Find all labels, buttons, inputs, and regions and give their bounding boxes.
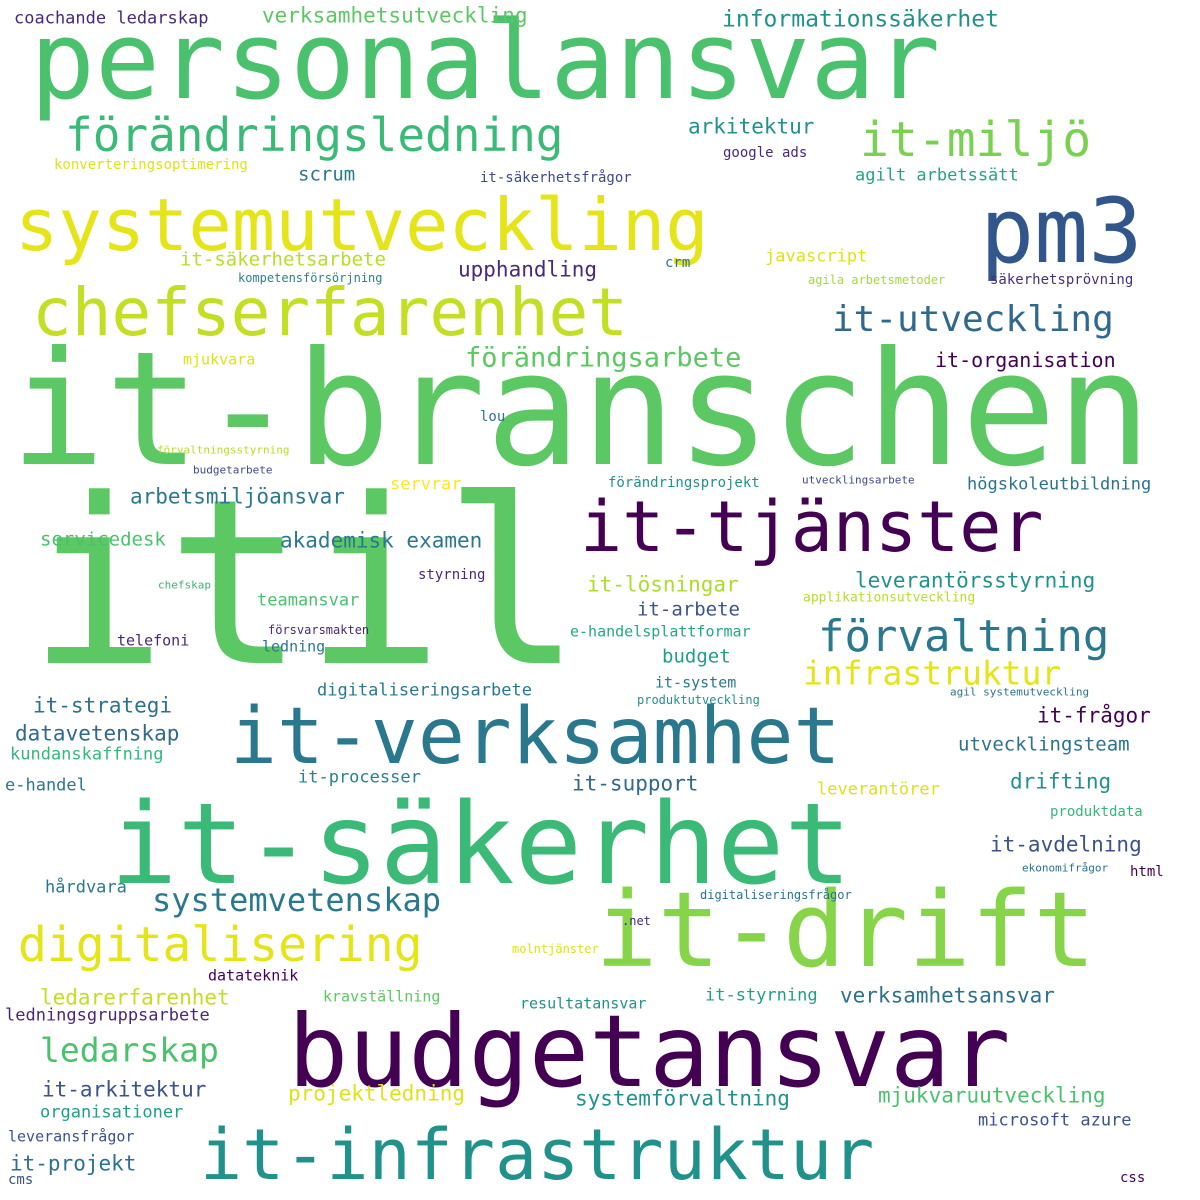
word: produktutveckling [637,693,760,707]
word: datavetenskap [15,721,180,746]
word: försvarsmakten [268,623,370,637]
word: applikationsutveckling [803,590,976,606]
word: förvaltningsstyrning [157,443,290,457]
word: it-strategi [33,693,173,718]
word: produktdata [1050,804,1143,820]
word: it-avdelning [990,832,1142,857]
word: projektledning [288,1081,466,1106]
word: it-utveckling [832,299,1114,340]
word: molntjänster [512,942,599,956]
word: teamansvar [257,590,360,611]
word: informationssäkerhet [722,6,999,33]
word: kravställning [323,987,441,1006]
word: e-handelsplattformar [570,622,751,641]
word: utvecklingsteam [958,733,1130,756]
word: budgetarbete [193,463,273,477]
word: e-handel [5,775,87,796]
word: ledningsgruppsarbete [5,1005,210,1026]
word: it-arkitektur [42,1077,207,1102]
word: systemförvaltning [575,1086,790,1111]
word: verksamhetsutveckling [262,3,528,28]
word: it-organisation [935,348,1116,372]
word: datateknik [208,966,299,985]
word: drifting [1010,769,1112,794]
word: lou [480,409,506,425]
word: agila arbetsmetoder [808,273,946,287]
word: förändringsledning [65,108,564,162]
word: systemvetenskap [152,881,441,919]
word: arkitektur [688,114,815,139]
word: .net [622,914,651,928]
word: it-miljö [860,112,1092,168]
word: leverantörer [817,779,940,800]
word: it-arbete [637,598,740,621]
word: mjukvaruutveckling [878,1083,1106,1108]
word: it-infrastruktur [200,1114,875,1196]
word: budget [662,645,731,668]
word: agil systemutveckling [950,685,1090,699]
word: förändringsprojekt [608,475,760,491]
word: ekonomifrågor [1022,861,1109,875]
word: kundanskaffning [10,744,164,765]
word: it-system [655,673,737,692]
word: pm3 [980,179,1143,284]
word: it-säkerhetsfrågor [480,170,632,186]
word: it-styrning [705,985,818,1006]
word: it-lösningar [587,572,739,597]
word: it-support [572,771,699,796]
word: leverantörsstyrning [855,568,1096,593]
word: säkerhetsprövning [990,272,1134,288]
word: upphandling [458,257,598,282]
word: ledning [262,637,326,656]
word: förändringsarbete [465,342,742,374]
word: hårdvara [45,877,127,898]
word: chefskap [158,578,211,592]
word: digitaliseringsfrågor [700,888,852,902]
word: styrning [418,567,486,583]
word: chefserfarenhet [32,274,629,351]
word: it-tjänster [580,486,1044,568]
word: konverteringsoptimering [54,157,248,173]
word: högskoleutbildning [967,474,1152,495]
word: css [1120,1170,1146,1186]
word: it-frågor [1037,703,1151,728]
word: kompetensförsörjning [238,271,383,285]
word: servrar [390,474,462,495]
word: akademisk examen [280,528,483,553]
word: mjukvara [183,350,256,369]
word-cloud: itil it-branschen personalansvar budgeta… [0,0,1200,1200]
word: organisationer [40,1102,184,1123]
word: scrum [298,163,356,186]
word: agilt arbetssätt [855,165,1019,186]
word: html [1130,864,1164,880]
word: it-säkerhetsarbete [180,248,386,271]
word: it-processer [298,767,421,788]
word: crm [665,255,691,271]
word: resultatansvar [520,994,647,1013]
word: it-verksamhet [230,692,841,782]
word: javascript [765,246,868,267]
word: förvaltning [818,611,1110,662]
word: digitaliseringsarbete [317,680,532,701]
word: arbetsmiljöansvar [130,484,345,509]
word: utvecklingsarbete [802,473,915,487]
word: cms [8,1172,34,1188]
word: ledarskap [40,1030,219,1070]
word: verksamhetsansvar [840,983,1055,1008]
word: coachande ledarskap [14,8,209,29]
word: servicedesk [40,528,166,551]
word: digitalisering [18,917,423,973]
word: microsoft azure [978,1110,1132,1131]
word: telefoni [117,631,190,650]
word: leveransfrågor [8,1127,135,1146]
word: google ads [723,145,808,161]
